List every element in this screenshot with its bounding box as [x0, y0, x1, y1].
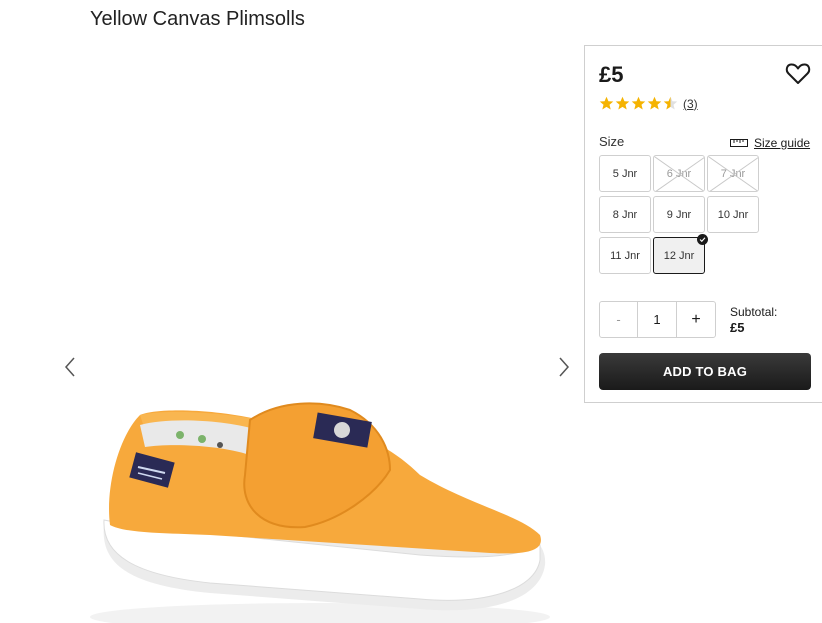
size-guide-label: Size guide [754, 136, 811, 150]
size-option[interactable]: 11 Jnr [599, 237, 651, 274]
size-option-label: 7 Jnr [720, 167, 746, 180]
star-icon [615, 96, 630, 110]
star-icon [631, 96, 646, 110]
star-icon [647, 96, 662, 110]
quantity-value[interactable]: 1 [638, 302, 677, 337]
subtotal-label: Subtotal: [730, 305, 778, 319]
review-count-link[interactable]: (3) [683, 97, 698, 111]
product-price: £5 [599, 62, 624, 87]
size-option[interactable]: 8 Jnr [599, 196, 651, 233]
wishlist-button[interactable] [785, 62, 811, 86]
size-option[interactable]: 7 Jnr [707, 155, 759, 192]
size-option-label: 6 Jnr [666, 167, 692, 180]
quantity-increase-button[interactable]: + [677, 302, 715, 337]
chevron-right-icon [559, 357, 570, 377]
checkmark-icon [697, 234, 708, 245]
size-option[interactable]: 6 Jnr [653, 155, 705, 192]
size-option[interactable]: 10 Jnr [707, 196, 759, 233]
rating: (3) [599, 96, 698, 111]
heart-icon [785, 63, 811, 84]
add-to-bag-button[interactable]: ADD TO BAG [599, 353, 811, 390]
subtotal: Subtotal: £5 [730, 304, 777, 336]
subtotal-amount: £5 [730, 320, 745, 335]
gallery-next-button[interactable] [552, 355, 576, 379]
star-icon [599, 96, 614, 110]
chevron-left-icon [64, 357, 75, 377]
ruler-icon [730, 139, 748, 147]
size-option-selected[interactable]: 12 Jnr [653, 234, 708, 274]
size-guide-link[interactable]: Size guide [730, 136, 810, 150]
quantity-decrease-button[interactable]: - [600, 302, 638, 337]
product-title: Yellow Canvas Plimsolls [90, 8, 305, 30]
gallery-prev-button[interactable] [58, 355, 82, 379]
size-label: Size [599, 134, 625, 149]
product-image [90, 402, 550, 623]
half-star-icon [663, 96, 678, 110]
size-option-label: 12 Jnr [663, 249, 695, 262]
purchase-panel: £5 (3) Size Size guide 5 Jnr 6 Jnr 7 Jnr… [584, 45, 822, 403]
quantity-stepper: - 1 + [599, 301, 716, 338]
size-option[interactable]: 9 Jnr [653, 196, 705, 233]
size-option[interactable]: 5 Jnr [599, 155, 651, 192]
